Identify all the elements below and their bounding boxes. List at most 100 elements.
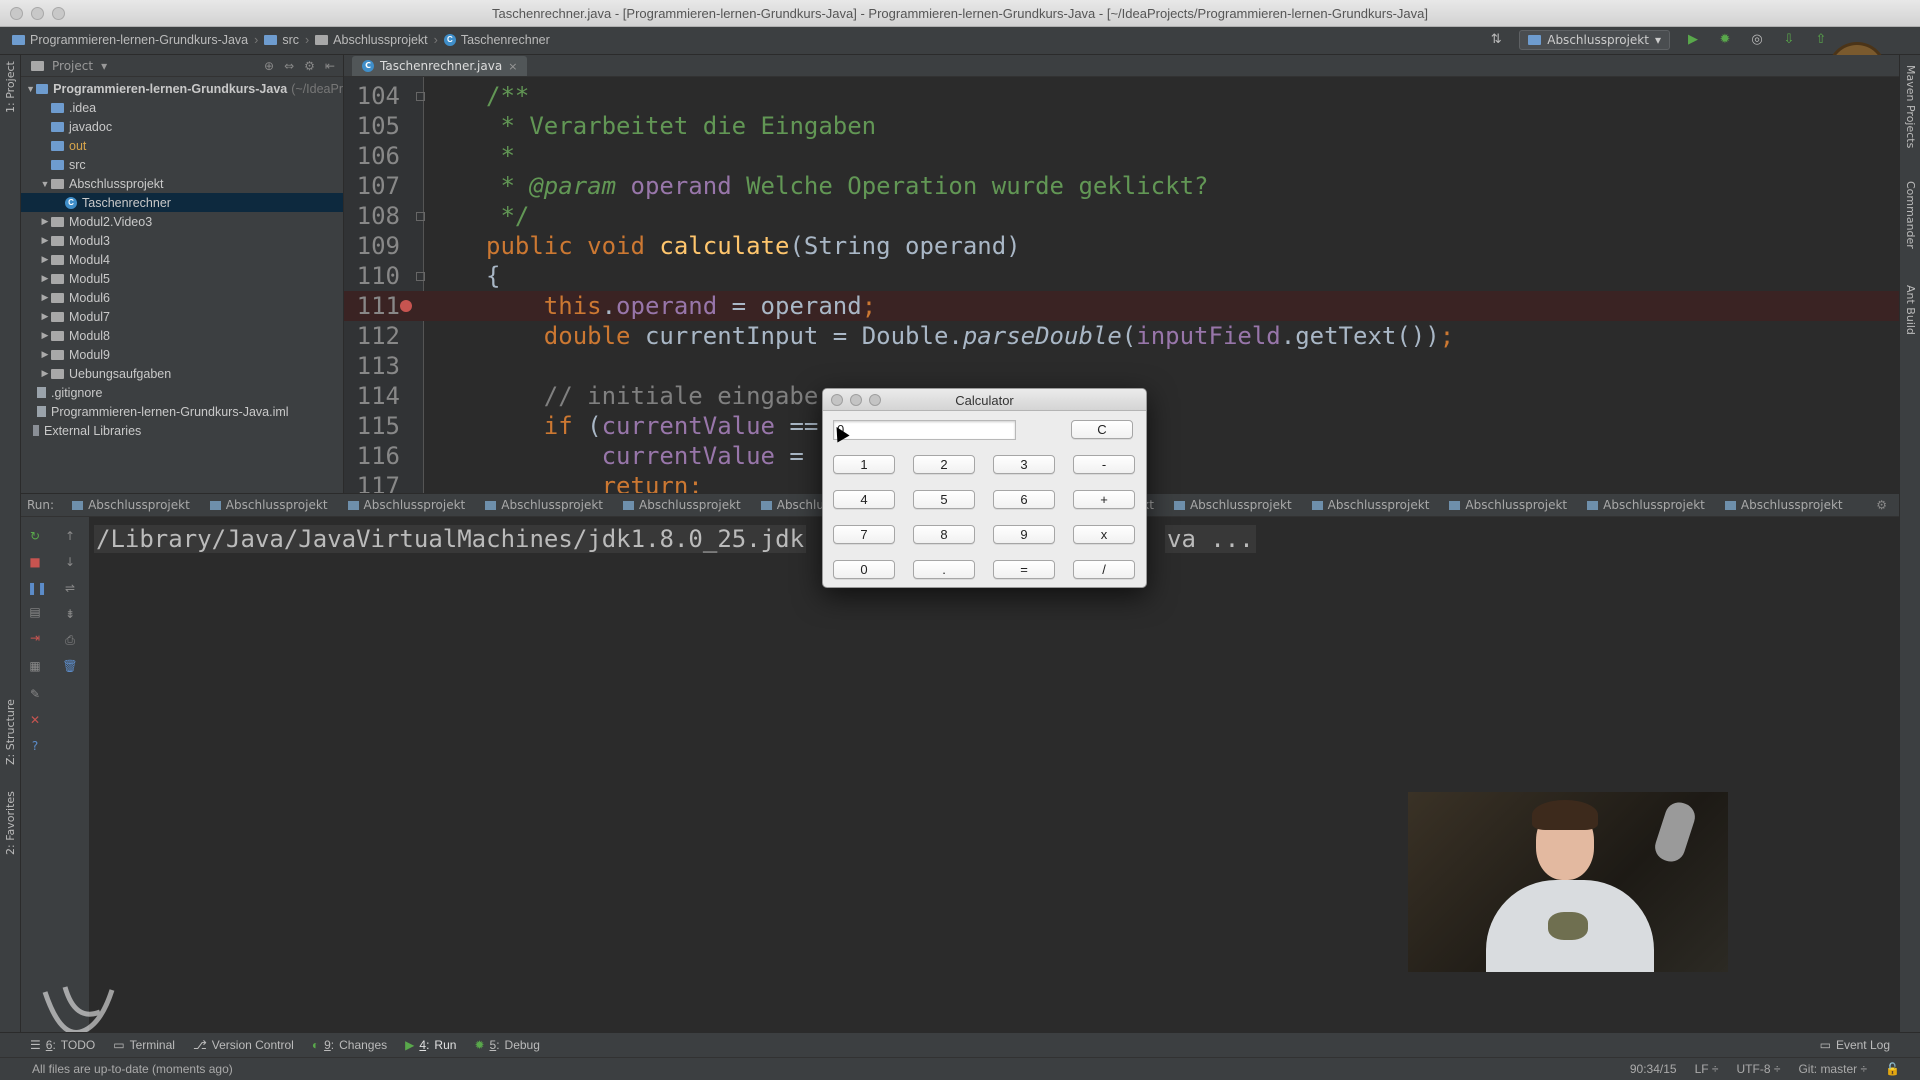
run-tab[interactable]: Abschlussprojekt bbox=[1715, 498, 1853, 512]
line-number[interactable]: 108 bbox=[348, 201, 400, 231]
git-branch[interactable]: Git: master ÷ bbox=[1798, 1062, 1867, 1076]
structure-tool-button[interactable]: Z: Structure bbox=[4, 699, 17, 765]
expand-arrow-icon[interactable]: ▶ bbox=[39, 235, 51, 246]
tree-item[interactable]: ▶ Modul8 bbox=[21, 326, 343, 345]
run-tab[interactable]: Abschlussprojekt bbox=[62, 498, 200, 512]
expand-arrow-icon[interactable]: ▶ bbox=[39, 368, 51, 379]
expand-arrow-icon[interactable]: ▶ bbox=[39, 216, 51, 227]
breadcrumb-class[interactable]: C Taschenrechner bbox=[443, 33, 550, 47]
fold-marker-icon[interactable] bbox=[416, 272, 425, 281]
run-tab[interactable]: Abschlussprojekt bbox=[475, 498, 613, 512]
run-tab[interactable]: Abschlussprojekt bbox=[338, 498, 476, 512]
tree-item[interactable]: .idea bbox=[21, 98, 343, 117]
calculator-key-button[interactable]: 7 bbox=[833, 525, 895, 544]
fold-marker-icon[interactable] bbox=[416, 92, 425, 101]
close-icon[interactable]: ✕ bbox=[27, 713, 43, 727]
file-encoding[interactable]: UTF-8 ÷ bbox=[1737, 1062, 1781, 1076]
tool-window-terminal-button[interactable]: ▭ Terminal bbox=[113, 1038, 175, 1052]
editor-tab[interactable]: C Taschenrechner.java × bbox=[352, 56, 528, 76]
calculator-key-button[interactable]: 4 bbox=[833, 490, 895, 509]
breadcrumb-project[interactable]: Programmieren-lernen-Grundkurs-Java bbox=[12, 33, 248, 47]
calculator-key-button[interactable]: x bbox=[1073, 525, 1135, 544]
run-icon[interactable]: ▶ bbox=[1684, 31, 1702, 49]
calculator-key-button[interactable]: + bbox=[1073, 490, 1135, 509]
exit-icon[interactable]: ⇥ bbox=[27, 631, 43, 645]
tree-item[interactable]: ▶ Modul7 bbox=[21, 307, 343, 326]
soft-wrap-icon[interactable]: ⇌ bbox=[62, 581, 78, 595]
lock-icon[interactable]: 🔓 bbox=[1885, 1062, 1900, 1076]
stop-icon[interactable]: ■ bbox=[27, 555, 43, 569]
run-tab[interactable]: Abschlussprojekt bbox=[1164, 498, 1302, 512]
calculator-key-button[interactable]: 2 bbox=[913, 455, 975, 474]
help-icon[interactable]: ? bbox=[27, 739, 43, 753]
vcs-update-icon[interactable]: ⇩ bbox=[1780, 31, 1798, 49]
calculator-key-button[interactable]: . bbox=[913, 560, 975, 579]
print-icon[interactable]: ⎙ bbox=[62, 633, 78, 647]
calculator-key-button[interactable]: 0 bbox=[833, 560, 895, 579]
line-number[interactable]: 111 bbox=[348, 291, 400, 321]
code-line[interactable]: 106 * bbox=[344, 141, 1899, 171]
line-number[interactable]: 114 bbox=[348, 381, 400, 411]
calculator-key-button[interactable]: 8 bbox=[913, 525, 975, 544]
expand-arrow-icon[interactable]: ▶ bbox=[39, 330, 51, 341]
line-number[interactable]: 113 bbox=[348, 351, 400, 381]
scroll-down-icon[interactable]: ↓ bbox=[62, 555, 78, 569]
tool-window-version-control-button[interactable]: ⎇ Version Control bbox=[193, 1038, 294, 1052]
tree-item[interactable]: Programmieren-lernen-Grundkurs-Java.iml bbox=[21, 402, 343, 421]
calculator-key-button[interactable]: 5 bbox=[913, 490, 975, 509]
gear-icon[interactable]: ⚙ bbox=[1876, 498, 1887, 512]
tree-item[interactable]: ▼ Abschlussprojekt bbox=[21, 174, 343, 193]
tree-item[interactable]: ▶ Modul6 bbox=[21, 288, 343, 307]
breadcrumb-src[interactable]: src bbox=[264, 33, 299, 47]
code-line[interactable]: 107 * @param operand Welche Operation wu… bbox=[344, 171, 1899, 201]
calculator-key-button[interactable]: 3 bbox=[993, 455, 1055, 474]
tool-window-debug-button[interactable]: ✹ 5: Debug bbox=[474, 1038, 539, 1052]
fold-marker-icon[interactable] bbox=[416, 212, 425, 221]
code-line[interactable]: 104 /** bbox=[344, 81, 1899, 111]
calculator-key-button[interactable]: - bbox=[1073, 455, 1135, 474]
run-tab[interactable]: Abschlussprojekt bbox=[1302, 498, 1440, 512]
expand-arrow-icon[interactable]: ▶ bbox=[39, 349, 51, 360]
code-line[interactable]: 112 double currentInput = Double.parseDo… bbox=[344, 321, 1899, 351]
tool-window-todo-button[interactable]: ☰ 6: TODO bbox=[30, 1038, 95, 1052]
caret-position[interactable]: 90:34/15 bbox=[1630, 1062, 1677, 1076]
tree-item[interactable]: ▶ Modul5 bbox=[21, 269, 343, 288]
code-line[interactable]: 109 public void calculate(String operand) bbox=[344, 231, 1899, 261]
tree-item[interactable]: out bbox=[21, 136, 343, 155]
coverage-icon[interactable]: ◎ bbox=[1748, 31, 1766, 49]
expand-arrow-icon[interactable]: ▶ bbox=[39, 273, 51, 284]
run-tab[interactable]: Abschlussprojekt bbox=[200, 498, 338, 512]
debug-icon[interactable]: ✹ bbox=[1716, 31, 1734, 49]
tree-item[interactable]: ▶ Modul4 bbox=[21, 250, 343, 269]
code-line[interactable]: 113 bbox=[344, 351, 1899, 381]
pin-icon[interactable]: ✎ bbox=[27, 687, 43, 701]
run-tab[interactable]: Abschlussprojekt bbox=[1439, 498, 1577, 512]
code-line[interactable]: 110 { bbox=[344, 261, 1899, 291]
tree-item[interactable]: ▶ Uebungsaufgaben bbox=[21, 364, 343, 383]
calculator-key-button[interactable]: 6 bbox=[993, 490, 1055, 509]
breadcrumb-package[interactable]: Abschlussprojekt bbox=[315, 33, 428, 47]
run-tab[interactable]: Abschlussprojekt bbox=[613, 498, 751, 512]
tree-item[interactable]: .gitignore bbox=[21, 383, 343, 402]
line-number[interactable]: 107 bbox=[348, 171, 400, 201]
code-line[interactable]: 111 this.operand = operand; bbox=[344, 291, 1899, 321]
event-log-button[interactable]: ▭ Event Log bbox=[1820, 1038, 1890, 1052]
tree-item[interactable]: ▶ Modul9 bbox=[21, 345, 343, 364]
tree-item[interactable]: javadoc bbox=[21, 117, 343, 136]
line-number[interactable]: 115 bbox=[348, 411, 400, 441]
line-number[interactable]: 106 bbox=[348, 141, 400, 171]
calculator-key-button[interactable]: 1 bbox=[833, 455, 895, 474]
favorites-tool-button[interactable]: 2: Favorites bbox=[4, 791, 17, 855]
expand-arrow-icon[interactable]: ▼ bbox=[25, 84, 36, 94]
clear-all-icon[interactable]: 🗑 bbox=[62, 659, 78, 673]
line-number[interactable]: 116 bbox=[348, 441, 400, 471]
line-separator[interactable]: LF ÷ bbox=[1695, 1062, 1719, 1076]
run-configuration-dropdown[interactable]: Abschlussprojekt ▾ bbox=[1519, 30, 1670, 50]
build-icon[interactable]: ⇅ bbox=[1487, 31, 1505, 49]
layout-icon[interactable]: ▦ bbox=[27, 659, 43, 673]
line-number[interactable]: 112 bbox=[348, 321, 400, 351]
project-tool-button[interactable]: 1: Project bbox=[4, 61, 17, 113]
project-view-dropdown[interactable]: Project bbox=[52, 59, 93, 73]
scroll-up-icon[interactable]: ↑ bbox=[62, 529, 78, 543]
ant-build-tool-button[interactable]: Ant Build bbox=[1904, 285, 1917, 335]
